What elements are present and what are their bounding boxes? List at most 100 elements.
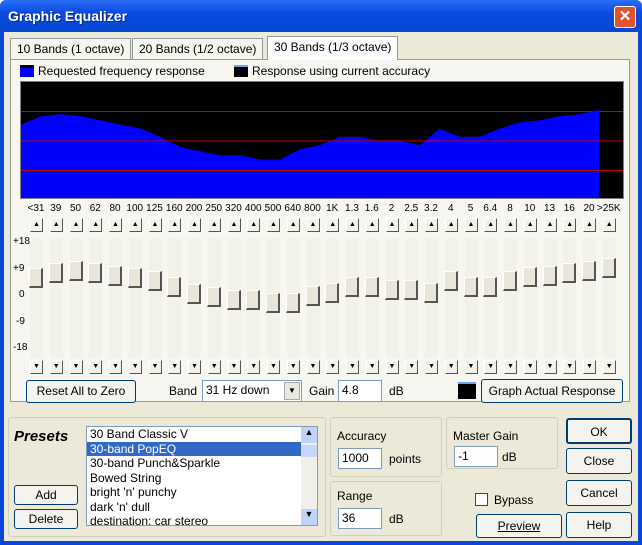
band-down-arrow-icon[interactable]: ▼ (602, 360, 616, 374)
band-down-arrow-icon[interactable]: ▼ (128, 360, 142, 374)
band-slider[interactable] (127, 238, 142, 358)
band-slider[interactable] (325, 238, 340, 358)
band-slider-thumb[interactable] (266, 293, 280, 314)
chevron-down-icon[interactable]: ▼ (284, 382, 300, 400)
band-select[interactable]: 31 Hz down ▼ (202, 380, 302, 402)
preset-item[interactable]: dark 'n' dull (87, 500, 317, 515)
preset-item[interactable]: bright 'n' punchy (87, 485, 317, 500)
band-down-arrow-icon[interactable]: ▼ (109, 360, 122, 374)
band-slider[interactable] (206, 238, 221, 358)
cancel-button[interactable]: Cancel (566, 480, 632, 506)
band-down-arrow-icon[interactable]: ▼ (306, 360, 320, 374)
scroll-down-icon[interactable]: ▼ (301, 509, 317, 525)
band-down-arrow-icon[interactable]: ▼ (30, 360, 43, 374)
add-preset-button[interactable]: Add (14, 485, 78, 505)
band-down-arrow-icon[interactable]: ▼ (484, 360, 498, 374)
band-slider[interactable] (187, 238, 201, 358)
band-up-arrow-icon[interactable]: ▲ (523, 218, 537, 232)
close-button[interactable]: Close (566, 448, 632, 474)
band-up-arrow-icon[interactable]: ▲ (69, 218, 83, 232)
bypass-checkbox[interactable] (475, 493, 488, 506)
band-slider[interactable] (305, 238, 320, 358)
band-slider-thumb[interactable] (483, 277, 498, 298)
band-down-arrow-icon[interactable]: ▼ (247, 360, 261, 374)
band-slider[interactable] (364, 238, 379, 358)
band-slider-thumb[interactable] (88, 262, 103, 283)
band-up-arrow-icon[interactable]: ▲ (385, 218, 399, 232)
band-up-arrow-icon[interactable]: ▲ (109, 218, 122, 232)
band-slider-thumb[interactable] (226, 290, 241, 311)
band-down-arrow-icon[interactable]: ▼ (365, 360, 379, 374)
band-up-arrow-icon[interactable]: ▲ (148, 218, 162, 232)
band-slider[interactable] (29, 238, 43, 358)
band-slider-thumb[interactable] (463, 277, 478, 298)
band-slider-thumb[interactable] (305, 285, 320, 306)
band-up-arrow-icon[interactable]: ▲ (247, 218, 261, 232)
band-slider-thumb[interactable] (147, 271, 162, 292)
band-up-arrow-icon[interactable]: ▲ (583, 218, 596, 232)
band-slider-thumb[interactable] (443, 271, 458, 292)
band-slider-thumb[interactable] (167, 277, 182, 298)
band-slider[interactable] (384, 238, 399, 358)
band-slider[interactable] (424, 238, 438, 358)
band-down-arrow-icon[interactable]: ▼ (346, 360, 359, 374)
band-slider[interactable] (404, 238, 419, 358)
scroll-thumb[interactable] (301, 445, 317, 457)
band-slider[interactable] (582, 238, 596, 358)
preset-item[interactable]: 30-band PopEQ (87, 441, 317, 456)
band-slider[interactable] (601, 238, 616, 358)
close-icon[interactable]: ✕ (614, 6, 636, 28)
band-slider[interactable] (345, 238, 359, 358)
band-down-arrow-icon[interactable]: ▼ (286, 360, 300, 374)
reset-all-button[interactable]: Reset All to Zero (26, 380, 136, 403)
band-slider[interactable] (167, 238, 182, 358)
band-slider[interactable] (108, 238, 122, 358)
band-slider-thumb[interactable] (187, 284, 201, 305)
master-gain-input[interactable]: -1 (454, 446, 498, 467)
band-down-arrow-icon[interactable]: ▼ (523, 360, 537, 374)
band-down-arrow-icon[interactable]: ▼ (385, 360, 399, 374)
band-up-arrow-icon[interactable]: ▲ (602, 218, 616, 232)
band-slider-thumb[interactable] (601, 258, 616, 279)
band-up-arrow-icon[interactable]: ▲ (346, 218, 359, 232)
band-slider[interactable] (246, 238, 261, 358)
band-down-arrow-icon[interactable]: ▼ (444, 360, 458, 374)
band-slider-thumb[interactable] (325, 282, 340, 303)
band-slider[interactable] (226, 238, 241, 358)
band-up-arrow-icon[interactable]: ▲ (128, 218, 142, 232)
gain-input[interactable]: 4.8 (338, 380, 382, 402)
band-slider[interactable] (542, 238, 557, 358)
band-down-arrow-icon[interactable]: ▼ (563, 360, 577, 374)
band-down-arrow-icon[interactable]: ▼ (148, 360, 162, 374)
band-slider-thumb[interactable] (384, 280, 399, 300)
band-down-arrow-icon[interactable]: ▼ (89, 360, 103, 374)
band-up-arrow-icon[interactable]: ▲ (188, 218, 201, 232)
band-up-arrow-icon[interactable]: ▲ (563, 218, 577, 232)
band-up-arrow-icon[interactable]: ▲ (504, 218, 517, 232)
band-down-arrow-icon[interactable]: ▼ (583, 360, 596, 374)
band-up-arrow-icon[interactable]: ▲ (365, 218, 379, 232)
band-up-arrow-icon[interactable]: ▲ (306, 218, 320, 232)
band-slider-thumb[interactable] (562, 262, 577, 283)
band-up-arrow-icon[interactable]: ▲ (326, 218, 340, 232)
band-down-arrow-icon[interactable]: ▼ (504, 360, 517, 374)
band-slider[interactable] (463, 238, 478, 358)
band-up-arrow-icon[interactable]: ▲ (89, 218, 103, 232)
band-slider[interactable] (522, 238, 537, 358)
band-up-arrow-icon[interactable]: ▲ (207, 218, 221, 232)
accuracy-input[interactable]: 1000 (338, 448, 382, 469)
presets-list[interactable]: 30 Band Classic V 30-band PopEQ 30-band Pu… (86, 426, 318, 526)
preset-item[interactable]: destination: car stereo (87, 514, 317, 525)
tab-10-bands[interactable]: 10 Bands (1 octave) (10, 38, 132, 59)
band-down-arrow-icon[interactable]: ▼ (267, 360, 280, 374)
band-slider-thumb[interactable] (424, 282, 438, 303)
band-slider[interactable] (443, 238, 458, 358)
band-slider-thumb[interactable] (345, 277, 359, 298)
band-slider-thumb[interactable] (404, 280, 419, 300)
graph-actual-response-button[interactable]: Graph Actual Response (481, 379, 623, 403)
ok-button[interactable]: OK (566, 418, 632, 444)
band-slider-thumb[interactable] (503, 271, 517, 292)
band-slider-thumb[interactable] (246, 290, 261, 311)
band-slider-thumb[interactable] (206, 287, 221, 308)
band-up-arrow-icon[interactable]: ▲ (286, 218, 300, 232)
